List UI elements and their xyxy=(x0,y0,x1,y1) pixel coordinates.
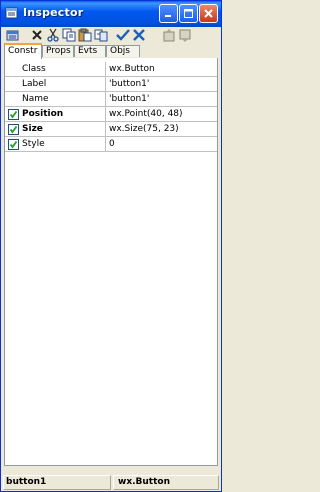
property-grid: Class wx.Button Label 'button1' Name 'bu… xyxy=(4,58,218,466)
cut-icon[interactable] xyxy=(45,27,61,43)
property-row-name[interactable]: Name 'button1' xyxy=(5,92,217,107)
column-divider xyxy=(105,107,106,122)
property-value[interactable]: wx.Size(75, 23) xyxy=(109,124,179,134)
status-selected-object: button1 xyxy=(3,475,111,490)
duplicate-icon[interactable] xyxy=(93,27,109,43)
property-value[interactable]: wx.Button xyxy=(109,64,155,74)
title-bar[interactable]: Inspector xyxy=(1,1,221,27)
checkmark-icon xyxy=(9,140,18,149)
property-row-class[interactable]: Class wx.Button xyxy=(5,62,217,77)
window-title: Inspector xyxy=(23,6,84,19)
property-name: Position xyxy=(22,109,64,119)
inspector-window: Inspector Constr Props Evts Objs Class w… xyxy=(0,0,222,492)
move-up-icon[interactable] xyxy=(161,27,177,43)
column-divider xyxy=(105,92,106,107)
column-divider xyxy=(105,137,106,152)
size-checkbox[interactable] xyxy=(8,124,19,135)
property-name: Label xyxy=(22,79,47,89)
property-value[interactable]: 0 xyxy=(109,139,115,149)
delete-icon[interactable] xyxy=(29,27,45,43)
property-name: Style xyxy=(22,139,45,149)
property-row-label[interactable]: Label 'button1' xyxy=(5,77,217,92)
status-bar: button1 wx.Button xyxy=(3,475,219,490)
tab-label: Evts xyxy=(78,46,98,56)
tab-strip: Constr Props Evts Objs xyxy=(4,43,218,59)
minimize-button[interactable] xyxy=(159,4,178,23)
column-divider xyxy=(105,122,106,137)
maximize-icon xyxy=(184,9,193,18)
checkmark-icon xyxy=(9,110,18,119)
tab-label: Props xyxy=(46,46,71,56)
close-icon xyxy=(204,9,213,18)
cancel-x-icon[interactable] xyxy=(131,27,147,43)
property-row-position[interactable]: Position wx.Point(40, 48) xyxy=(5,107,217,122)
tab-objs[interactable]: Objs xyxy=(106,45,140,57)
checkmark-icon xyxy=(9,125,18,134)
property-row-size[interactable]: Size wx.Size(75, 23) xyxy=(5,122,217,137)
inspector-icon[interactable] xyxy=(5,27,21,43)
style-checkbox[interactable] xyxy=(8,139,19,150)
paste-icon[interactable] xyxy=(77,27,93,43)
tab-label: Objs xyxy=(110,46,130,56)
minimize-icon xyxy=(165,15,171,17)
inspector-app-icon xyxy=(5,6,19,20)
maximize-button[interactable] xyxy=(179,4,198,23)
property-value[interactable]: wx.Point(40, 48) xyxy=(109,109,183,119)
move-down-icon[interactable] xyxy=(177,27,193,43)
property-name: Class xyxy=(22,64,46,74)
column-divider xyxy=(105,77,106,92)
apply-check-icon[interactable] xyxy=(115,27,131,43)
tab-constr[interactable]: Constr xyxy=(4,43,42,59)
property-name: Size xyxy=(22,124,43,134)
tab-label: Constr xyxy=(8,46,38,56)
tab-props[interactable]: Props xyxy=(42,45,74,57)
property-row-style[interactable]: Style 0 xyxy=(5,137,217,152)
tab-evts[interactable]: Evts xyxy=(74,45,106,57)
toolbar xyxy=(3,27,219,43)
position-checkbox[interactable] xyxy=(8,109,19,120)
property-name: Name xyxy=(22,94,49,104)
close-button[interactable] xyxy=(199,4,218,23)
property-value[interactable]: 'button1' xyxy=(109,79,149,89)
copy-icon[interactable] xyxy=(61,27,77,43)
column-divider xyxy=(105,62,106,77)
status-selected-class: wx.Button xyxy=(113,475,219,490)
property-value[interactable]: 'button1' xyxy=(109,94,149,104)
